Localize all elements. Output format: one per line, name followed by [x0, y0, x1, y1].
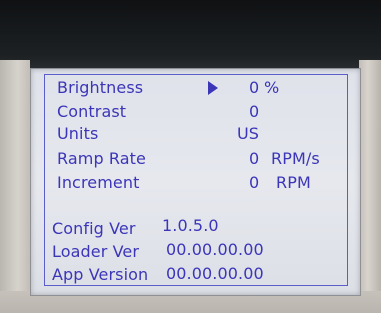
- bezel-left: [0, 60, 30, 313]
- info-label-config-ver: Config Ver: [52, 219, 136, 238]
- setting-label-contrast[interactable]: Contrast: [57, 103, 126, 121]
- setting-label-ramp-rate[interactable]: Ramp Rate: [57, 150, 146, 168]
- bezel-right: [359, 60, 381, 313]
- setting-value-contrast[interactable]: 0: [249, 103, 259, 121]
- setting-unit-increment: RPM: [276, 173, 311, 192]
- setting-value-brightness[interactable]: 0: [249, 79, 259, 97]
- setting-unit-brightness: %: [264, 78, 280, 97]
- setting-label-brightness[interactable]: Brightness: [57, 79, 143, 97]
- info-label-loader-ver: Loader Ver: [52, 242, 140, 261]
- bezel-top: [0, 0, 381, 70]
- setting-label-units[interactable]: Units: [57, 125, 98, 143]
- selection-cursor-icon: [208, 81, 218, 95]
- setting-unit-ramp-rate: RPM/s: [271, 149, 320, 168]
- setting-value-increment[interactable]: 0: [249, 174, 259, 192]
- info-value-config-ver: 1.0.5.0: [162, 216, 219, 235]
- info-value-loader-ver: 00.00.00.00: [166, 240, 264, 259]
- setting-value-units[interactable]: US: [237, 125, 259, 143]
- setting-label-increment[interactable]: Increment: [57, 174, 139, 192]
- lcd-device: Brightness 0 % Contrast 0 Units US Ramp …: [0, 0, 381, 313]
- setting-value-ramp-rate[interactable]: 0: [249, 150, 259, 168]
- info-label-app-version: App Version: [52, 265, 149, 284]
- info-value-app-version: 00.00.00.00: [166, 264, 264, 283]
